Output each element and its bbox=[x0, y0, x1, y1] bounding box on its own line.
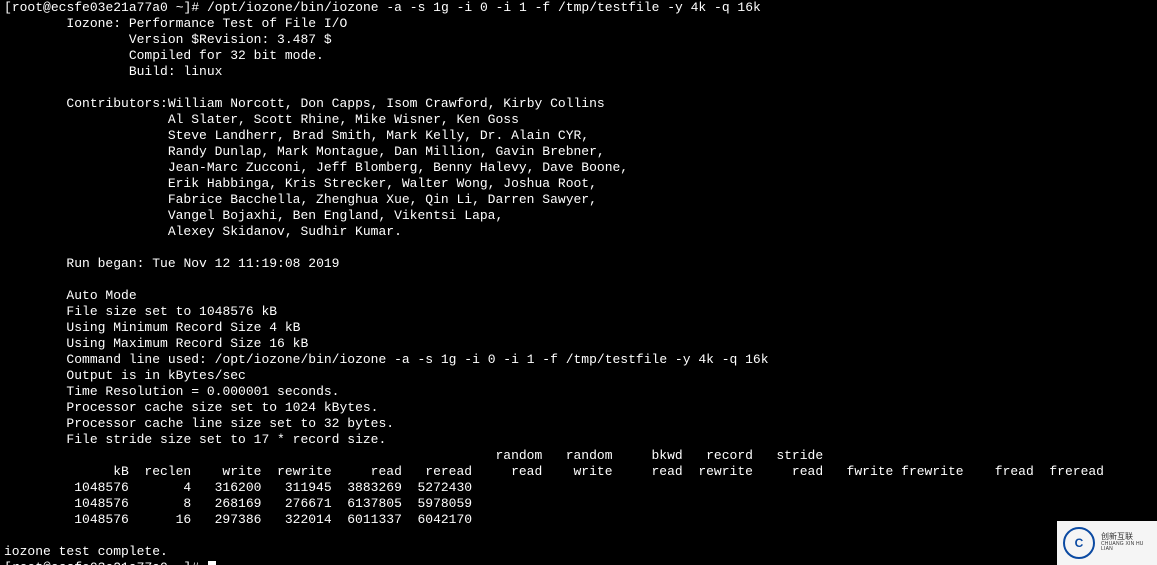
contributors-line-2: Steve Landherr, Brad Smith, Mark Kelly, … bbox=[0, 128, 1157, 144]
setting-line: Processor cache line size set to 32 byte… bbox=[0, 416, 1157, 432]
table-header-row-1: random random bkwd record stride bbox=[0, 448, 1157, 464]
contributors-line-0: Contributors:William Norcott, Don Capps,… bbox=[0, 96, 1157, 112]
iozone-title: Iozone: Performance Test of File I/O bbox=[0, 16, 1157, 32]
iozone-version: Version $Revision: 3.487 $ bbox=[0, 32, 1157, 48]
iozone-compiled: Compiled for 32 bit mode. bbox=[0, 48, 1157, 64]
table-row: 1048576 8 268169 276671 6137805 5978059 bbox=[0, 496, 1157, 512]
contributors-line-3: Randy Dunlap, Mark Montague, Dan Million… bbox=[0, 144, 1157, 160]
table-row: 1048576 16 297386 322014 6011337 6042170 bbox=[0, 512, 1157, 528]
watermark-text: 创新互联 CHUANG XIN HU LIAN bbox=[1101, 533, 1151, 553]
contributors-line-4: Jean-Marc Zucconi, Jeff Blomberg, Benny … bbox=[0, 160, 1157, 176]
next-prompt[interactable]: [root@ecsfe03e21a77a0 ~]# bbox=[0, 560, 1157, 565]
setting-line: Using Minimum Record Size 4 kB bbox=[0, 320, 1157, 336]
watermark-badge: C 创新互联 CHUANG XIN HU LIAN bbox=[1057, 521, 1157, 565]
setting-line: File stride size set to 17 * record size… bbox=[0, 432, 1157, 448]
prompt-symbol: # bbox=[191, 0, 199, 15]
contributors-line-1: Al Slater, Scott Rhine, Mike Wisner, Ken… bbox=[0, 112, 1157, 128]
iozone-build: Build: linux bbox=[0, 64, 1157, 80]
watermark-logo-icon: C bbox=[1063, 527, 1095, 559]
setting-line: Using Maximum Record Size 16 kB bbox=[0, 336, 1157, 352]
shell-prompt-line: [root@ecsfe03e21a77a0 ~]# /opt/iozone/bi… bbox=[0, 0, 1157, 16]
contributors-line-8: Alexey Skidanov, Sudhir Kumar. bbox=[0, 224, 1157, 240]
iozone-complete: iozone test complete. bbox=[0, 544, 1157, 560]
setting-line: Time Resolution = 0.000001 seconds. bbox=[0, 384, 1157, 400]
setting-line: Processor cache size set to 1024 kBytes. bbox=[0, 400, 1157, 416]
table-header-row-2: kB reclen write rewrite read reread read… bbox=[0, 464, 1157, 480]
command-text[interactable]: /opt/iozone/bin/iozone -a -s 1g -i 0 -i … bbox=[207, 0, 761, 15]
blank-line bbox=[0, 80, 1157, 96]
setting-line: Output is in kBytes/sec bbox=[0, 368, 1157, 384]
run-began: Run began: Tue Nov 12 11:19:08 2019 bbox=[0, 256, 1157, 272]
prompt-host: ecsfe03e21a77a0 bbox=[51, 0, 168, 15]
setting-line: Auto Mode bbox=[0, 288, 1157, 304]
contributors-line-6: Fabrice Bacchella, Zhenghua Xue, Qin Li,… bbox=[0, 192, 1157, 208]
prompt-user: root bbox=[12, 0, 43, 15]
table-row: 1048576 4 316200 311945 3883269 5272430 bbox=[0, 480, 1157, 496]
contributors-line-5: Erik Habbinga, Kris Strecker, Walter Won… bbox=[0, 176, 1157, 192]
blank-line bbox=[0, 272, 1157, 288]
blank-line bbox=[0, 240, 1157, 256]
blank-line bbox=[0, 528, 1157, 544]
setting-line: Command line used: /opt/iozone/bin/iozon… bbox=[0, 352, 1157, 368]
contributors-line-7: Vangel Bojaxhi, Ben England, Vikentsi La… bbox=[0, 208, 1157, 224]
prompt-cwd: ~ bbox=[176, 0, 184, 15]
prompt-open: [ bbox=[4, 0, 12, 15]
setting-line: File size set to 1048576 kB bbox=[0, 304, 1157, 320]
cursor-icon bbox=[208, 561, 216, 565]
